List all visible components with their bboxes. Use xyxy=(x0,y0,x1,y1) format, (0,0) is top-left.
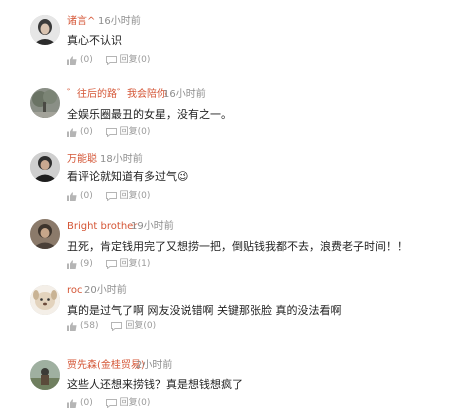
username[interactable]: Bright brother xyxy=(67,220,137,233)
reply-icon[interactable] xyxy=(105,127,117,137)
avatar-tree-scene-icon xyxy=(30,88,60,118)
like-count[interactable]: (9) xyxy=(80,259,93,269)
avatar[interactable] xyxy=(30,88,60,118)
comment-actions: (0) 回复(0) xyxy=(67,125,150,139)
thumbs-up-icon[interactable] xyxy=(67,259,77,269)
reply-icon[interactable] xyxy=(111,321,123,331)
like-count[interactable]: (0) xyxy=(80,55,93,65)
avatar-person-dark-icon xyxy=(30,152,60,182)
avatar[interactable] xyxy=(30,219,60,249)
timestamp: 16小时前 xyxy=(98,16,141,27)
like-count[interactable]: (0) xyxy=(80,398,93,408)
timestamp: 20小时前 xyxy=(84,285,127,296)
reply-button[interactable]: 回复(0) xyxy=(120,55,151,65)
comment-text: 全娱乐圈最丑的女星，没有之一。 xyxy=(67,108,232,121)
comment-text: 这些人还想来捞钱？真是想钱想疯了 xyxy=(67,378,243,391)
thumbs-up-icon[interactable] xyxy=(67,127,77,137)
comment-item: 贾先森(金桂贸易) 2小时前 这些人还想来捞钱？真是想钱想疯了 (0) 回复(0… xyxy=(0,355,465,415)
avatar-person-sepia-icon xyxy=(30,219,60,249)
comment-item: ゛往后的路゛我会陪你 16小时前 全娱乐圈最丑的女星，没有之一。 (0) 回复(… xyxy=(0,85,465,145)
avatar[interactable] xyxy=(30,15,60,45)
comment-actions: (0) 回复(0) xyxy=(67,189,150,203)
like-count[interactable]: (0) xyxy=(80,191,93,201)
comment-list: 诸言^ 16小时前 真心不认识 (0) 回复(0) ゛往后的路゛我会陪你 16小… xyxy=(0,0,465,419)
reply-button[interactable]: 回复(0) xyxy=(120,191,151,201)
reply-button[interactable]: 回复(0) xyxy=(125,321,156,331)
comment-text: 丑死，肯定钱用完了又想捞一把，倒贴钱我都不去，浪费老子时间！！ xyxy=(67,240,408,253)
reply-button[interactable]: 回复(0) xyxy=(120,127,151,137)
comment-text: 真心不认识 xyxy=(67,34,122,47)
avatar[interactable] xyxy=(30,152,60,182)
comment-actions: (9) 回复(1) xyxy=(67,257,150,271)
reply-icon[interactable] xyxy=(105,398,117,408)
timestamp: 18小时前 xyxy=(100,154,143,165)
username[interactable]: 贾先森(金桂贸易) xyxy=(67,359,145,372)
comment-item: 诸言^ 16小时前 真心不认识 (0) 回复(0) xyxy=(0,12,465,72)
comment-actions: (0) 回复(0) xyxy=(67,396,150,410)
avatar-portrait-dark-icon xyxy=(30,15,60,45)
comment-text: 真的是过气了啊 网友没说错啊 关键那张脸 真的没法看啊 xyxy=(67,304,342,317)
comment-actions: (0) 回复(0) xyxy=(67,53,150,67)
comment-text: 看评论就知道有多过气😉 xyxy=(67,170,189,183)
username[interactable]: roc xyxy=(67,284,83,297)
avatar-cartoon-dog-icon xyxy=(30,285,60,315)
username[interactable]: ゛往后的路゛我会陪你 xyxy=(67,88,167,101)
like-count[interactable]: (58) xyxy=(80,321,98,331)
username[interactable]: 万能聪 xyxy=(67,153,97,166)
like-count[interactable]: (0) xyxy=(80,127,93,137)
reply-icon[interactable] xyxy=(105,259,117,269)
timestamp: 16小时前 xyxy=(163,89,206,100)
thumbs-up-icon[interactable] xyxy=(67,191,77,201)
comment-item: roc 20小时前 真的是过气了啊 网友没说错啊 关键那张脸 真的没法看啊 (5… xyxy=(0,282,465,342)
reply-button[interactable]: 回复(0) xyxy=(120,398,151,408)
reply-icon[interactable] xyxy=(105,191,117,201)
thumbs-up-icon[interactable] xyxy=(67,398,77,408)
reply-icon[interactable] xyxy=(105,55,117,65)
timestamp: 19小时前 xyxy=(131,221,174,232)
thumbs-up-icon[interactable] xyxy=(67,321,77,331)
thumbs-up-icon[interactable] xyxy=(67,55,77,65)
timestamp: 2小时前 xyxy=(136,360,173,371)
reply-button[interactable]: 回复(1) xyxy=(120,259,151,269)
comment-actions: (58) 回复(0) xyxy=(67,319,156,333)
comment-item: 万能聪 18小时前 看评论就知道有多过气😉 (0) 回复(0) xyxy=(0,149,465,209)
avatar[interactable] xyxy=(30,285,60,315)
avatar-outdoor-photo-icon xyxy=(30,360,60,390)
username[interactable]: 诸言^ xyxy=(67,15,95,28)
comment-item: Bright brother 19小时前 丑死，肯定钱用完了又想捞一把，倒贴钱我… xyxy=(0,216,465,276)
avatar[interactable] xyxy=(30,360,60,390)
